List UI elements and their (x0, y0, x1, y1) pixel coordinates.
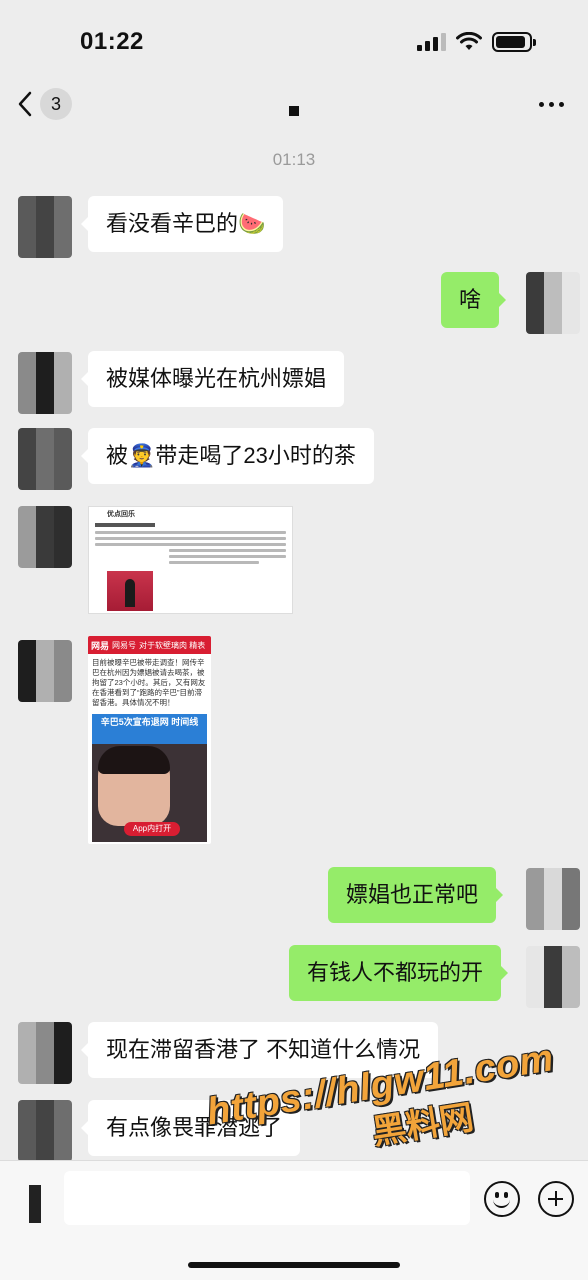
unread-count-badge: 3 (40, 88, 72, 120)
cellular-signal-icon (417, 33, 446, 51)
my-avatar[interactable] (526, 946, 580, 1008)
message-input[interactable] (64, 1171, 470, 1225)
status-time: 01:22 (80, 28, 144, 55)
news-app-logo: 网易 (91, 640, 110, 651)
article-photo (107, 571, 153, 611)
open-in-app-button: App内打开 (124, 822, 180, 836)
contact-avatar[interactable] (18, 196, 72, 258)
contact-avatar[interactable] (18, 428, 72, 490)
home-indicator (188, 1262, 400, 1268)
video-banner: 辛巴5次宣布退网 时间线 (92, 714, 207, 744)
person-photo (98, 746, 170, 826)
status-icons (417, 32, 536, 52)
message-bubble-left[interactable]: 被媒体曝光在杭州嫖娼 (80, 351, 345, 407)
message-bubble-right[interactable]: 嫖娼也正常吧 (328, 867, 504, 923)
back-button[interactable]: 3 (16, 88, 72, 120)
emoji-button[interactable] (484, 1181, 520, 1217)
voice-input-button[interactable] (16, 1185, 54, 1223)
chat-timestamp: 01:13 (272, 150, 316, 169)
message-bubble-left[interactable]: 现在滞留香港了 不知道什么情况 (80, 1022, 439, 1078)
message-bubble-left[interactable]: 看没看辛巴的🍉 (80, 196, 284, 252)
contact-avatar[interactable] (18, 506, 72, 568)
chevron-left-icon (18, 91, 32, 117)
message-bubble-left[interactable]: 有点像畏罪潜逃了 (80, 1100, 301, 1156)
more-functions-button[interactable] (538, 1181, 574, 1217)
contact-avatar[interactable] (18, 1100, 72, 1162)
news-app-tab: 网易号 (112, 640, 137, 650)
news-app-header: 网易 网易号 对于软壁璃肉 精表 (88, 636, 211, 654)
contact-avatar[interactable] (18, 640, 72, 702)
image-message-news-screenshot[interactable]: 网易 网易号 对于软壁璃肉 精表 目前被曝辛巴被带走调查！网传辛巴在杭州因为嫖娼… (88, 636, 211, 844)
more-options-button[interactable] (539, 102, 564, 107)
message-bubble-right[interactable]: 有钱人不都玩的开 (289, 945, 509, 1001)
message-bubble-right[interactable]: 啥 (441, 272, 507, 328)
article-title: 优点回乐 (107, 511, 135, 518)
my-avatar[interactable] (526, 868, 580, 930)
contact-avatar[interactable] (18, 1022, 72, 1084)
my-avatar[interactable] (526, 272, 580, 334)
message-bubble-left[interactable]: 被👮带走喝了23小时的茶 (81, 428, 374, 484)
wifi-icon (456, 32, 482, 50)
watermark-site-name: 黑料网 (369, 1098, 477, 1152)
chat-nav-bar: 3 (0, 84, 588, 132)
news-app-tab: 对于软壁璃肉 精表 (139, 640, 206, 650)
image-message-article-screenshot[interactable]: 优点回乐 (88, 506, 293, 614)
news-body-text: 目前被曝辛巴被带走调查！网传辛巴在杭州因为嫖娼被请去喝茶，被拘留了23个小时。其… (92, 658, 206, 707)
status-bar: 01:22 (0, 0, 588, 88)
contact-avatar[interactable] (18, 352, 72, 414)
chat-title (289, 106, 299, 116)
battery-icon (492, 32, 536, 52)
news-video-thumbnail: 辛巴5次宣布退网 时间线 App内打开 (92, 714, 207, 842)
